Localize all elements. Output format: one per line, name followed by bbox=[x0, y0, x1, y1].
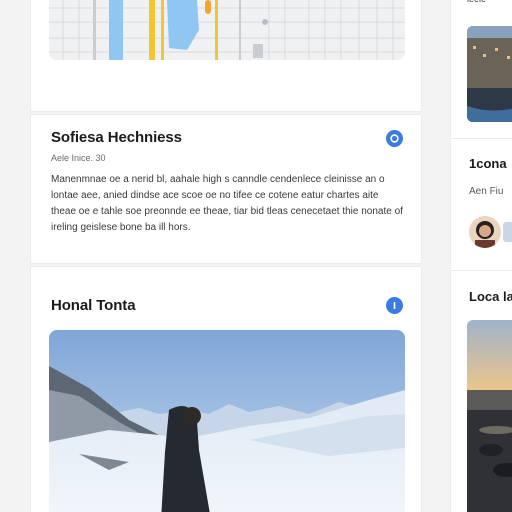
download-badge-icon[interactable] bbox=[386, 297, 403, 314]
right-card-thumbnail[interactable] bbox=[467, 320, 512, 512]
info-badge-icon[interactable] bbox=[386, 130, 403, 147]
divider bbox=[451, 138, 512, 139]
right-column: ieeie 1cona Aen Fiu Loca la bbox=[450, 0, 512, 512]
avatar-secondary[interactable] bbox=[503, 222, 512, 242]
city-photo bbox=[467, 26, 512, 122]
feed: Sofiesa Hechniess Aele Inice. 30 Manenmn… bbox=[30, 0, 422, 512]
text-post-card[interactable]: Sofiesa Hechniess Aele Inice. 30 Manenmn… bbox=[30, 114, 422, 264]
right-column-label: ieeie bbox=[467, 0, 486, 4]
divider bbox=[451, 270, 512, 271]
right-card-meta: Aen Fiu bbox=[469, 186, 504, 197]
map-card[interactable] bbox=[30, 0, 422, 112]
right-card-title[interactable]: 1cona bbox=[469, 156, 507, 171]
avatar[interactable] bbox=[469, 216, 501, 248]
post-title[interactable]: Honal Tonta bbox=[51, 297, 136, 314]
map-image bbox=[49, 0, 405, 60]
right-card-title[interactable]: Loca la bbox=[469, 289, 512, 304]
snow-mountain-photo bbox=[49, 330, 405, 512]
sunset-beach-photo bbox=[467, 320, 512, 512]
map-thumbnail[interactable] bbox=[49, 0, 405, 60]
post-body: Manenmnae oe a nerid bl, aahale high s c… bbox=[51, 174, 403, 233]
post-title[interactable]: Sofiesa Hechniess bbox=[51, 129, 182, 146]
photo-post-card[interactable]: Honal Tonta bbox=[30, 266, 422, 512]
right-card-thumbnail[interactable] bbox=[467, 26, 512, 122]
post-meta: Aele Inice. 30 bbox=[51, 153, 106, 163]
post-photo[interactable] bbox=[49, 330, 405, 512]
